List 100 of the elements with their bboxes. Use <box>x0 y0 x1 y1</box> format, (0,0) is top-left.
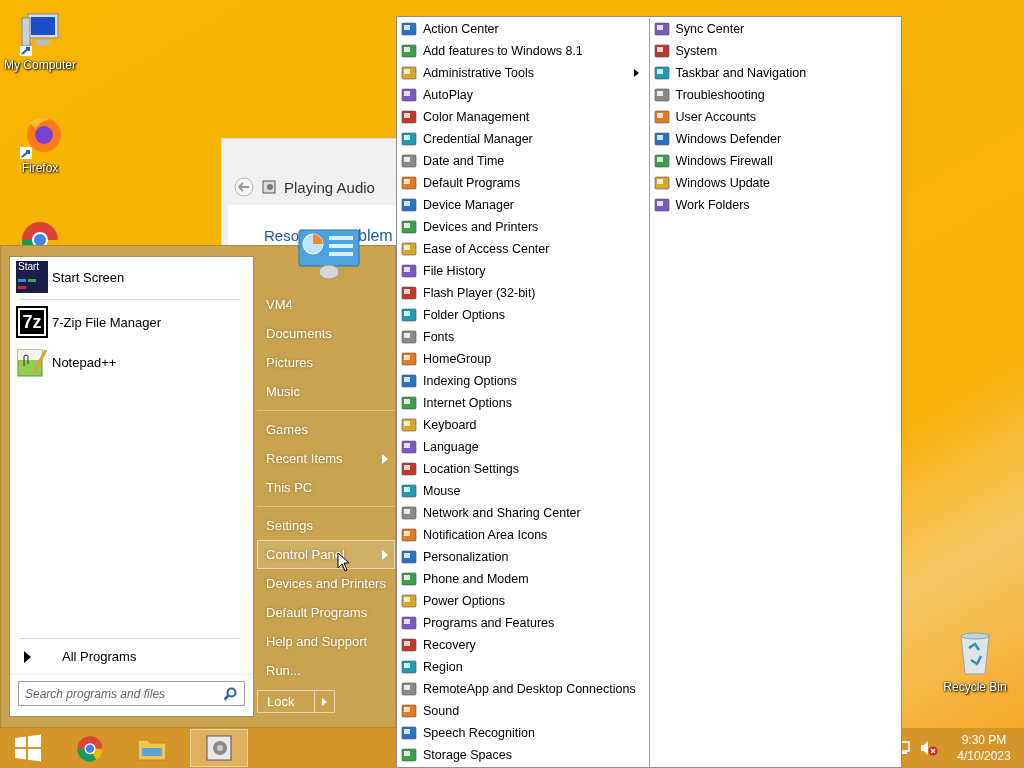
applet-icon <box>653 43 670 59</box>
menu-item[interactable]: Taskbar and Navigation <box>649 62 901 84</box>
recycle-bin-icon[interactable] <box>957 630 993 676</box>
applet-icon <box>653 21 670 37</box>
caret-icon <box>322 697 327 706</box>
power-options-button[interactable] <box>315 690 335 713</box>
link-text[interactable]: Reso <box>264 227 300 244</box>
menu-item[interactable]: Speech Recognition <box>397 722 649 744</box>
applet-icon <box>401 747 417 763</box>
volume-muted-icon[interactable] <box>920 740 938 756</box>
menu-item[interactable]: Flash Player (32-bit) <box>397 282 649 304</box>
windows-logo-icon <box>14 734 42 762</box>
menu-item[interactable]: Date and Time <box>397 150 649 172</box>
menu-item[interactable]: Default Programs <box>397 172 649 194</box>
start-screen-icon: Start <box>16 261 48 293</box>
menu-item[interactable]: Mouse <box>397 480 649 502</box>
menu-item[interactable]: Notification Area Icons <box>397 524 649 546</box>
applet-icon <box>653 153 670 169</box>
menu-item[interactable]: Storage Spaces <box>397 744 649 766</box>
menu-item[interactable]: Programs and Features <box>397 612 649 634</box>
menu-item[interactable]: Work Folders <box>649 194 901 216</box>
computer-icon[interactable] <box>18 10 62 56</box>
menu-item[interactable]: Recovery <box>397 634 649 656</box>
taskbar-button[interactable] <box>190 729 248 767</box>
applet-icon <box>401 417 417 433</box>
applet-icon <box>653 65 670 81</box>
menu-item[interactable]: Sync Center <box>649 18 901 40</box>
applet-icon <box>401 527 417 543</box>
link-text[interactable]: blem <box>358 227 393 245</box>
menu-item[interactable]: RemoteApp and Desktop Connections <box>397 678 649 700</box>
menu-item[interactable]: Region <box>397 656 649 678</box>
back-icon[interactable] <box>234 177 254 197</box>
menu-item[interactable]: Indexing Options <box>397 370 649 392</box>
applet-icon <box>401 725 417 741</box>
expand-icon <box>24 650 32 663</box>
menu-item[interactable]: Color Management <box>397 106 649 128</box>
menu-item[interactable]: Fonts <box>397 326 649 348</box>
applet-icon <box>401 439 417 455</box>
menu-item[interactable]: Phone and Modem <box>397 568 649 590</box>
applet-icon <box>401 593 417 609</box>
search-icon[interactable] <box>223 687 237 701</box>
menu-item[interactable]: Folder Options <box>397 304 649 326</box>
menu-item[interactable]: HomeGroup <box>397 348 649 370</box>
submenu-arrow-icon <box>382 453 388 464</box>
menu-item[interactable]: Location Settings <box>397 458 649 480</box>
menu-item[interactable]: Network and Sharing Center <box>397 502 649 524</box>
menu-item[interactable]: Keyboard <box>397 414 649 436</box>
program-item[interactable]: Notepad++ <box>10 342 253 382</box>
menu-item[interactable]: System <box>649 40 901 62</box>
applet-icon <box>653 109 670 125</box>
icon-label: My Computer <box>4 58 76 72</box>
all-programs-item[interactable]: All Programs <box>10 641 253 674</box>
applet-icon <box>401 285 417 301</box>
speaker-icon <box>204 733 234 763</box>
search-field[interactable]: Search programs and files <box>18 681 245 706</box>
applet-icon <box>401 373 417 389</box>
menu-item[interactable]: Language <box>397 436 649 458</box>
menu-item[interactable]: Action Center <box>397 18 649 40</box>
applet-icon <box>653 87 670 103</box>
menu-item[interactable]: Power Options <box>397 590 649 612</box>
program-item[interactable]: Start Start Screen <box>10 257 253 297</box>
menu-item[interactable]: Windows Defender <box>649 128 901 150</box>
submenu-arrow-icon <box>633 69 639 77</box>
menu-item[interactable]: Windows Firewall <box>649 150 901 172</box>
applet-icon <box>401 131 417 147</box>
window-title: Playing Audio <box>284 178 375 196</box>
applet-icon <box>653 131 670 147</box>
menu-item[interactable]: File History <box>397 260 649 282</box>
applet-icon <box>401 637 417 653</box>
applet-icon <box>401 395 417 411</box>
menu-item[interactable]: User Accounts <box>649 106 901 128</box>
menu-item[interactable]: Devices and Printers <box>397 216 649 238</box>
applet-icon <box>401 241 417 257</box>
menu-item[interactable]: Credential Manager <box>397 128 649 150</box>
applet-icon <box>401 659 417 675</box>
menu-item[interactable]: AutoPlay <box>397 84 649 106</box>
menu-item[interactable]: Personalization <box>397 546 649 568</box>
applet-icon <box>401 351 417 367</box>
applet-icon <box>401 329 417 345</box>
menu-item[interactable]: Add features to Windows 8.1 <box>397 40 649 62</box>
menu-item[interactable]: Ease of Access Center <box>397 238 649 260</box>
applet-icon <box>401 263 417 279</box>
applet-icon <box>401 109 417 125</box>
applet-icon <box>401 197 417 213</box>
applet-icon <box>401 65 417 81</box>
applet-icon <box>401 571 417 587</box>
menu-item[interactable]: Device Manager <box>397 194 649 216</box>
applet-icon <box>401 153 417 169</box>
archive-icon: 7z <box>16 306 48 338</box>
menu-item[interactable]: Administrative Tools <box>397 62 649 84</box>
applet-icon <box>401 505 417 521</box>
menu-item[interactable]: Internet Options <box>397 392 649 414</box>
applet-icon <box>401 703 417 719</box>
menu-item[interactable]: Windows Update <box>649 172 901 194</box>
applet-icon <box>401 549 417 565</box>
program-item[interactable]: 7z 7-Zip File Manager <box>10 302 253 342</box>
applet-icon <box>401 307 417 323</box>
menu-item[interactable]: Troubleshooting <box>649 84 901 106</box>
applet-icon <box>653 197 670 213</box>
menu-item[interactable]: Sound <box>397 700 649 722</box>
